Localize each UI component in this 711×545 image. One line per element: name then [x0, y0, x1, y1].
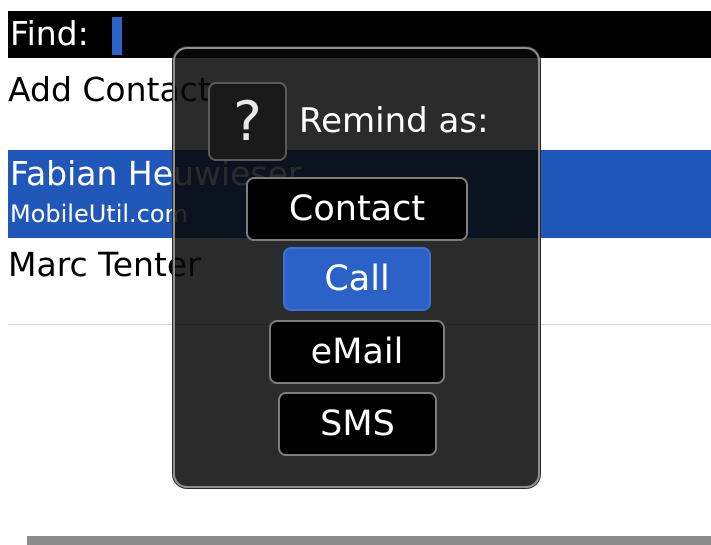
contact-row[interactable]: Marc Tenter	[8, 245, 201, 285]
dialog-title: Remind as:	[299, 101, 489, 141]
call-button[interactable]: Call	[283, 247, 431, 311]
find-label: Find:	[10, 14, 89, 53]
contact-button[interactable]: Contact	[246, 177, 468, 241]
remind-dialog: ? Remind as: Contact Call eMail SMS	[173, 47, 540, 488]
email-button[interactable]: eMail	[269, 320, 445, 384]
question-icon: ?	[208, 82, 287, 161]
text-caret	[112, 17, 122, 55]
bottom-bar	[27, 536, 711, 545]
sms-button[interactable]: SMS	[278, 392, 437, 456]
screen: Find: Add Contact Fabian Heuwieser Mobil…	[0, 0, 711, 545]
contact-subtitle: MobileUtil.com	[10, 200, 188, 228]
